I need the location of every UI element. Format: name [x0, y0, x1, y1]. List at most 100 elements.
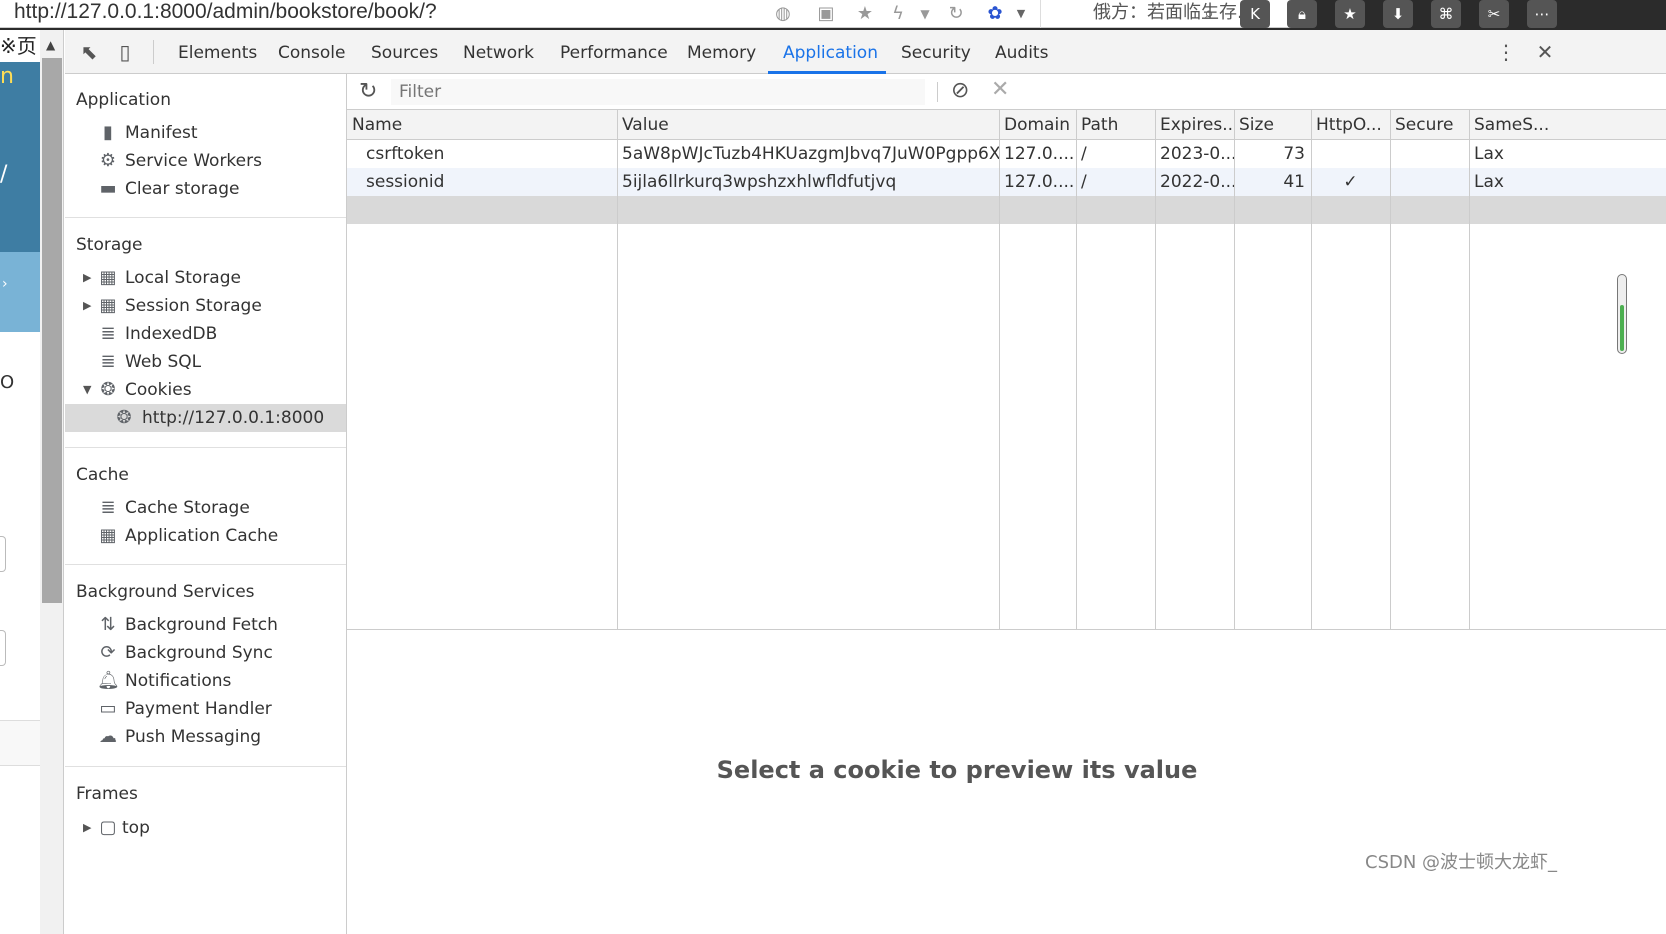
- device-toolbar-icon[interactable]: ▯: [113, 40, 137, 64]
- page-scrollbar[interactable]: ▲: [40, 30, 64, 934]
- chevron-down-icon[interactable]: ▼: [1009, 2, 1033, 26]
- sidebar-item-service-workers[interactable]: ⚙ Service Workers: [65, 147, 346, 175]
- column-header-samesite[interactable]: SameS...: [1469, 110, 1666, 140]
- sidebar-item-cookies[interactable]: ▼ ❂ Cookies: [65, 376, 346, 404]
- sidebar-item-indexeddb[interactable]: ≣ IndexedDB: [65, 320, 346, 348]
- column-divider[interactable]: [999, 110, 1000, 630]
- page-row: [0, 720, 40, 766]
- page-partial-text: ※页: [0, 34, 37, 58]
- download-icon[interactable]: ⬇: [1383, 0, 1413, 28]
- watermark: CSDN @波士顿大龙虾_: [1365, 852, 1558, 873]
- column-divider[interactable]: [1311, 110, 1312, 630]
- sidebar-item-application-cache[interactable]: ▦ Application Cache: [65, 522, 346, 550]
- sidebar-item-notifications[interactable]: 🔔︎ Notifications: [65, 667, 346, 695]
- cell-expires: 2022-0...: [1160, 172, 1234, 192]
- sidebar-item-session-storage[interactable]: ▶ ▦ Session Storage: [65, 292, 346, 320]
- close-icon[interactable]: ✕: [1533, 40, 1557, 64]
- tab-performance[interactable]: Performance: [560, 30, 668, 74]
- filter-input[interactable]: [391, 79, 925, 105]
- section-title-application: Application: [76, 90, 171, 110]
- sidebar-divider: [65, 447, 346, 448]
- paw-icon[interactable]: ✿: [983, 2, 1007, 26]
- column-header-domain[interactable]: Domain: [999, 110, 1076, 140]
- column-divider[interactable]: [1234, 110, 1235, 630]
- star-plus-icon[interactable]: ★: [853, 2, 877, 26]
- sync-icon: ⟳: [100, 642, 116, 663]
- extension-k-button[interactable]: K: [1240, 0, 1270, 28]
- sidebar-item-background-fetch[interactable]: ⇅ Background Fetch: [65, 611, 346, 639]
- sidebar-item-web-sql[interactable]: ≣ Web SQL: [65, 348, 346, 376]
- expand-arrow-icon[interactable]: ▶: [83, 264, 91, 292]
- star-icon[interactable]: ★: [1335, 0, 1365, 28]
- cookie-icon: ❂: [116, 407, 132, 428]
- image-icon[interactable]: ▣: [814, 2, 838, 26]
- column-header-expires[interactable]: Expires...: [1155, 110, 1234, 140]
- tab-audits[interactable]: Audits: [995, 30, 1048, 74]
- sidebar-item-label: Application Cache: [125, 526, 279, 546]
- search-icon[interactable]: ⌕: [1197, 2, 1221, 26]
- cell-samesite: Lax: [1474, 144, 1504, 164]
- column-header-httponly[interactable]: HttpO...: [1311, 110, 1390, 140]
- refresh-icon[interactable]: ↻: [359, 79, 377, 104]
- sidebar-item-background-sync[interactable]: ⟳ Background Sync: [65, 639, 346, 667]
- scissors-icon[interactable]: ✂: [1479, 0, 1509, 28]
- column-header-size[interactable]: Size: [1234, 110, 1311, 140]
- tab-network[interactable]: Network: [463, 30, 534, 74]
- clear-all-icon[interactable]: ⊘: [951, 78, 969, 103]
- cell-name: sessionid: [366, 172, 445, 192]
- overlay-scroll-indicator[interactable]: [1617, 274, 1627, 354]
- tab-elements[interactable]: Elements: [178, 30, 257, 74]
- sidebar-item-clear-storage[interactable]: ▬ Clear storage: [65, 175, 346, 203]
- tab-memory[interactable]: Memory: [687, 30, 756, 74]
- bolt-icon[interactable]: ϟ: [886, 2, 910, 26]
- column-divider[interactable]: [617, 110, 618, 630]
- gamepad-icon[interactable]: ⌘: [1431, 0, 1461, 28]
- column-divider[interactable]: [1155, 110, 1156, 630]
- sidebar-item-push-messaging[interactable]: ☁ Push Messaging: [65, 723, 346, 751]
- reload-icon[interactable]: ↻: [944, 2, 968, 26]
- search-text[interactable]: 俄方：若面临生存...: [1093, 0, 1254, 26]
- column-divider[interactable]: [1390, 110, 1391, 630]
- credit-card-icon: ▭: [99, 698, 117, 719]
- tor-icon[interactable]: ◍: [771, 2, 795, 26]
- column-divider[interactable]: [1469, 110, 1470, 630]
- tab-sources[interactable]: Sources: [371, 30, 438, 74]
- cell-secure: [1390, 168, 1469, 196]
- column-header-name[interactable]: Name: [347, 110, 617, 140]
- cookies-toolbar: ↻ ⊘ ✕: [347, 74, 1666, 110]
- tab-console[interactable]: Console: [278, 30, 346, 74]
- sidebar-item-cache-storage[interactable]: ≣ Cache Storage: [65, 494, 346, 522]
- sidebar-item-manifest[interactable]: ▮ Manifest: [65, 119, 346, 147]
- more-icon[interactable]: ⋯: [1527, 0, 1557, 28]
- sidebar-item-payment-handler[interactable]: ▭ Payment Handler: [65, 695, 346, 723]
- cookie-icon: ❂: [100, 379, 116, 400]
- scrollbar-thumb[interactable]: [42, 58, 62, 603]
- inspect-element-icon[interactable]: ⬉: [77, 40, 101, 64]
- tab-security[interactable]: Security: [901, 30, 971, 74]
- expand-arrow-icon[interactable]: ▶: [83, 292, 91, 320]
- cookie-preview-pane: Select a cookie to preview its value: [347, 630, 1666, 934]
- chevron-down-icon[interactable]: ▼: [913, 2, 937, 26]
- section-title-storage: Storage: [76, 235, 143, 255]
- sidebar-item-label: IndexedDB: [125, 324, 218, 344]
- sidebar-item-frame-top[interactable]: ▶ ▢ top: [65, 814, 346, 842]
- preview-placeholder: Select a cookie to preview its value: [716, 756, 1198, 784]
- scroll-up-icon[interactable]: ▲: [46, 38, 55, 52]
- expand-arrow-icon[interactable]: ▶: [83, 814, 91, 842]
- sidebar-item-local-storage[interactable]: ▶ ▦ Local Storage: [65, 264, 346, 292]
- lock-icon[interactable]: 🔒︎: [1287, 0, 1317, 28]
- column-header-value[interactable]: Value: [617, 110, 999, 140]
- url-text[interactable]: http://127.0.0.1:8000/admin/bookstore/bo…: [14, 0, 437, 24]
- tab-application[interactable]: Application: [783, 30, 878, 74]
- sidebar-item-cookie-origin[interactable]: ❂ http://127.0.0.1:8000: [65, 404, 346, 432]
- address-bar[interactable]: http://127.0.0.1:8000/admin/bookstore/bo…: [0, 0, 1300, 28]
- column-header-path[interactable]: Path: [1076, 110, 1155, 140]
- cell-path: /: [1081, 172, 1087, 192]
- column-divider[interactable]: [1076, 110, 1077, 630]
- more-options-icon[interactable]: ⋮: [1494, 40, 1518, 64]
- delete-selected-icon[interactable]: ✕: [991, 77, 1009, 102]
- column-header-secure[interactable]: Secure: [1390, 110, 1469, 140]
- section-title-background-services: Background Services: [76, 582, 255, 602]
- collapse-arrow-icon[interactable]: ▼: [83, 376, 91, 404]
- toolbar-divider: [937, 82, 938, 102]
